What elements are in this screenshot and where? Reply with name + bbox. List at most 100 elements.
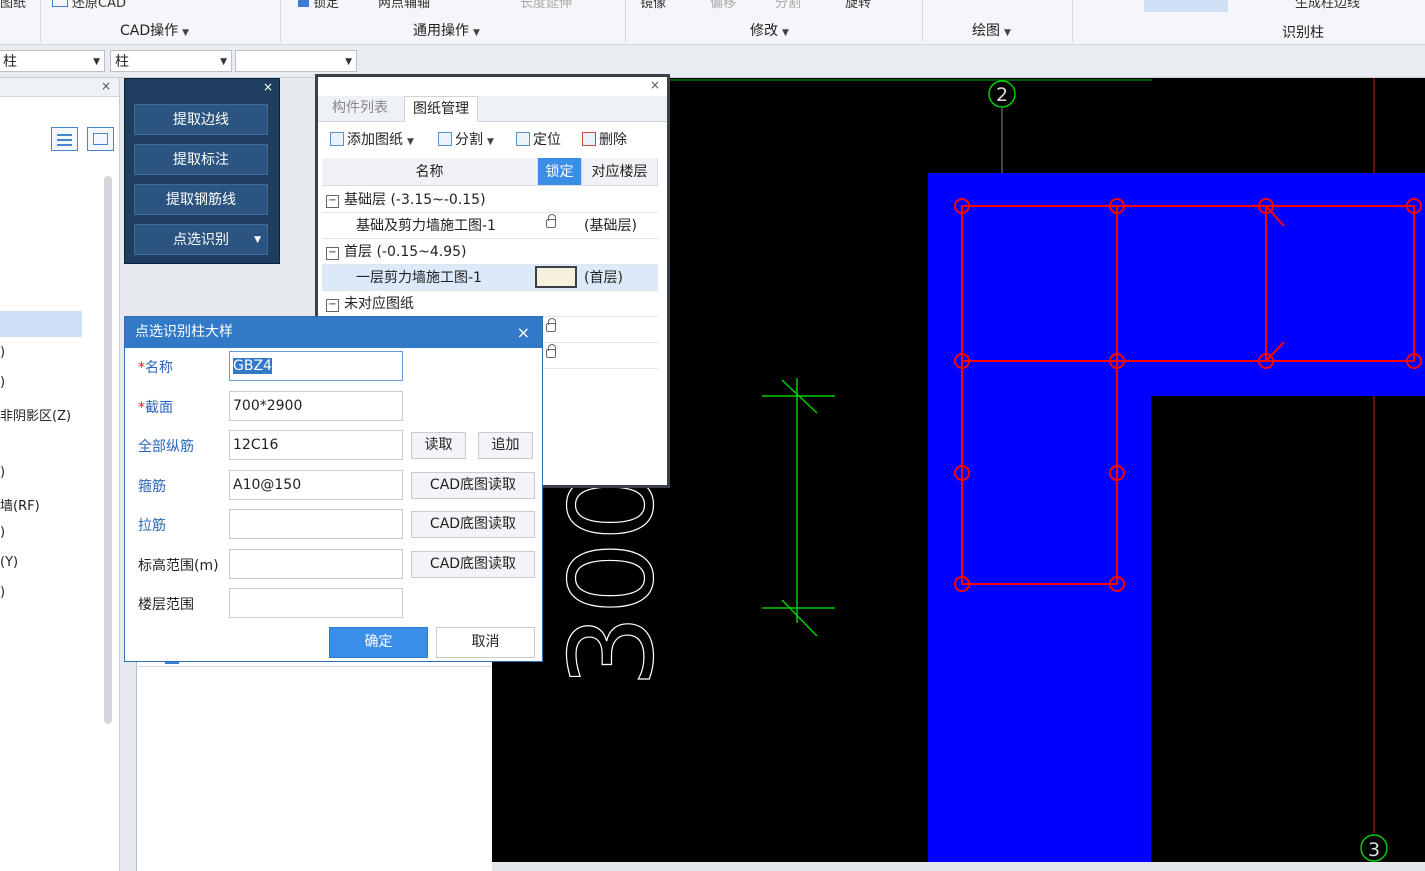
- point-recognize-button[interactable]: 点选识别 ▼: [134, 224, 268, 255]
- close-icon[interactable]: ×: [517, 317, 530, 348]
- extract-label-button[interactable]: 提取标注: [134, 144, 268, 175]
- selected-tree-item[interactable]: [0, 311, 82, 337]
- twopoint-axis-button[interactable]: 两点辅轴: [378, 0, 430, 11]
- section-input[interactable]: 700*2900: [229, 391, 403, 421]
- lock-icon[interactable]: [546, 214, 556, 228]
- delete-icon: [582, 132, 596, 146]
- extract-panel: × 提取边线 提取标注 提取钢筋线 点选识别 ▼: [124, 78, 280, 264]
- tree-item[interactable]: 墙(RF): [0, 495, 40, 514]
- tree-item[interactable]: 非阴影区(Z): [0, 405, 71, 424]
- name-label: *名称: [138, 360, 173, 376]
- category-select[interactable]: 柱 ▼: [0, 50, 105, 72]
- lock-icon[interactable]: [546, 344, 556, 358]
- section-label: *截面: [138, 400, 173, 416]
- separator: [1072, 0, 1073, 42]
- elevation-label: 标高范围(m): [138, 558, 219, 574]
- group-modify[interactable]: 修改 ▼: [750, 20, 789, 40]
- delete-button[interactable]: 删除: [582, 129, 627, 149]
- close-icon[interactable]: ×: [263, 80, 273, 94]
- stirrup-input[interactable]: A10@150: [229, 470, 403, 500]
- tree-row-foundation-floor[interactable]: − 基础层 (-3.15~-0.15): [322, 187, 658, 213]
- restore-cad-button[interactable]: 还原CAD: [52, 0, 126, 11]
- read-button[interactable]: 读取: [411, 432, 466, 459]
- tree-item[interactable]: ): [0, 375, 5, 390]
- selector-bar: 柱 ▼ 柱 ▼ ▼: [0, 45, 1425, 78]
- group-draw[interactable]: 绘图 ▼: [972, 20, 1011, 40]
- cad-read-tie-button[interactable]: CAD底图读取: [411, 511, 535, 538]
- list-view-icon[interactable]: [51, 127, 78, 151]
- component-select[interactable]: ▼: [235, 50, 357, 72]
- group-cad-ops[interactable]: CAD操作 ▼: [120, 20, 189, 40]
- cad-read-elevation-button[interactable]: CAD底图读取: [411, 551, 535, 578]
- separator: [922, 0, 923, 42]
- locate-button[interactable]: 定位: [516, 129, 561, 149]
- group-recognize-column: 识别柱: [1282, 25, 1324, 41]
- column-header-name[interactable]: 名称: [322, 158, 538, 186]
- separator: [280, 0, 281, 42]
- unlock-icon[interactable]: [535, 266, 577, 288]
- cad-read-stirrup-button[interactable]: CAD底图读取: [411, 472, 535, 499]
- column-header-floor[interactable]: 对应楼层: [582, 158, 658, 186]
- extract-edge-button[interactable]: 提取边线: [134, 104, 268, 135]
- divider: [136, 666, 492, 667]
- floor-range-label: 楼层范围: [138, 597, 194, 613]
- tree-item[interactable]: (Y): [0, 555, 18, 570]
- separator: [625, 0, 626, 42]
- dialog-title: 点选识别柱大样 ×: [125, 317, 542, 348]
- add-drawing-button[interactable]: 添加图纸 ▼: [330, 129, 414, 149]
- name-input[interactable]: GBZ4: [229, 351, 403, 381]
- elevation-input[interactable]: [229, 549, 403, 579]
- lock-icon[interactable]: [546, 318, 556, 332]
- selected-tool-highlight[interactable]: [1144, 0, 1228, 12]
- tree-row-drawing-selected[interactable]: 一层剪力墙施工图-1 (首层): [322, 265, 658, 291]
- chevron-down-icon[interactable]: ▼: [254, 225, 261, 256]
- navigation-panel: × ) ) 非阴影区(Z) ) 墙(RF) ) (Y) ): [0, 78, 120, 871]
- tie-input[interactable]: [229, 509, 403, 539]
- split-button[interactable]: 分割 ▼: [438, 129, 494, 149]
- close-icon[interactable]: ×: [650, 78, 660, 92]
- floor-range-input[interactable]: [229, 588, 403, 618]
- collapse-icon[interactable]: −: [326, 299, 339, 312]
- rotate-button[interactable]: 旋转: [845, 0, 871, 11]
- extend-button[interactable]: 长度延伸: [520, 0, 572, 11]
- lock-button[interactable]: 锁定: [298, 0, 339, 11]
- detail-view-icon[interactable]: [87, 127, 114, 151]
- long-rebar-input[interactable]: 12C16: [229, 430, 403, 460]
- tab-drawing-management[interactable]: 图纸管理: [404, 96, 478, 122]
- split-icon: [438, 132, 452, 146]
- tree-item[interactable]: ): [0, 345, 5, 360]
- column-header-lock[interactable]: 锁定: [538, 158, 582, 186]
- long-rebar-label: 全部纵筋: [138, 439, 194, 455]
- tie-label: 拉筋: [138, 518, 166, 534]
- axis-label-2: 2: [996, 84, 1008, 106]
- tree-item[interactable]: ): [0, 525, 5, 540]
- cancel-button[interactable]: 取消: [436, 627, 535, 658]
- chevron-down-icon: ▼: [220, 57, 227, 67]
- tree-row-drawing[interactable]: 基础及剪力墙施工图-1 (基础层): [322, 213, 658, 239]
- group-common-ops[interactable]: 通用操作 ▼: [413, 20, 480, 40]
- offset-button[interactable]: 偏移: [710, 0, 736, 11]
- tree-row-first-floor[interactable]: − 首层 (-0.15~4.95): [322, 239, 658, 265]
- collapse-icon[interactable]: −: [326, 195, 339, 208]
- tree-item[interactable]: ): [0, 465, 5, 480]
- tree-row-unassigned[interactable]: − 未对应图纸: [322, 291, 658, 317]
- split-button[interactable]: 分割: [775, 0, 801, 11]
- append-button[interactable]: 追加: [478, 432, 533, 459]
- separator: [40, 0, 41, 42]
- tab-component-list[interactable]: 构件列表: [324, 96, 396, 121]
- panel-header: ×: [0, 78, 119, 97]
- ribbon: 图纸 还原CAD CAD操作 ▼ 锁定 两点辅轴 长度延伸 通用操作 ▼ 镜像 偏移…: [0, 0, 1425, 45]
- type-select[interactable]: 柱 ▼: [110, 50, 232, 72]
- axis-label-3: 3: [1368, 839, 1380, 861]
- tree-item[interactable]: ): [0, 585, 5, 600]
- chevron-down-icon: ▼: [93, 57, 100, 67]
- extract-rebar-button[interactable]: 提取钢筋线: [134, 184, 268, 215]
- close-icon[interactable]: ×: [101, 79, 111, 93]
- ok-button[interactable]: 确定: [329, 627, 428, 658]
- mirror-button[interactable]: 镜像: [640, 0, 666, 11]
- add-drawing-icon: [330, 132, 344, 146]
- scrollbar[interactable]: [104, 176, 112, 724]
- collapse-icon[interactable]: −: [326, 247, 339, 260]
- ribbon-cut-item[interactable]: 图纸: [0, 0, 26, 11]
- generate-column-edge-button[interactable]: 生成柱边线: [1295, 0, 1360, 11]
